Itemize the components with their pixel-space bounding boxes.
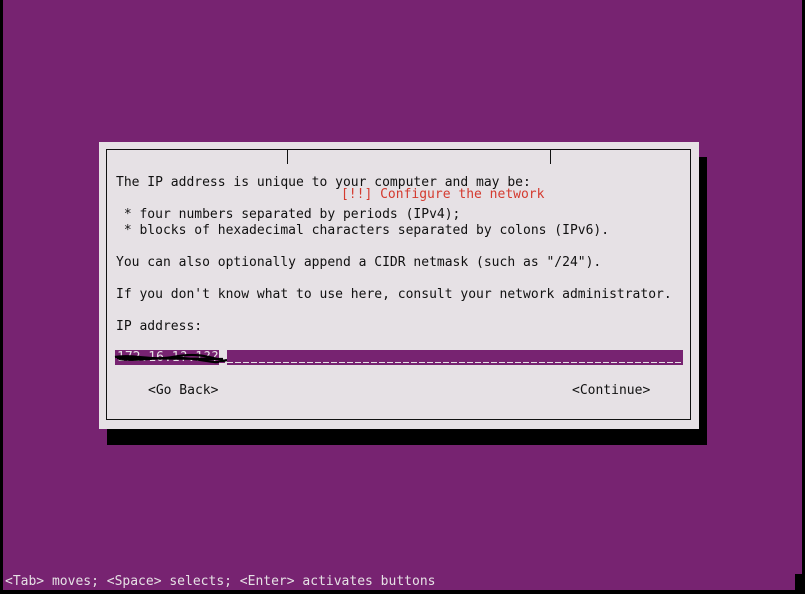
continue-button[interactable]: <Continue> (572, 383, 650, 399)
screen-bottom-edge (0, 590, 805, 594)
help-text: If you don't know what to use here, cons… (116, 287, 672, 302)
status-bar-hint: <Tab> moves; <Space> selects; <Enter> ac… (5, 574, 436, 589)
title-border-tick-left (287, 150, 288, 164)
dialog-title-wrapper: [!!] Configure the network (287, 150, 552, 202)
title-border-tick-right (550, 150, 552, 164)
input-underline (227, 362, 683, 363)
screen-edge-left (0, 0, 3, 594)
input-cursor-gap (219, 362, 227, 363)
bullet-ipv4: * four numbers separated by periods (IPv… (116, 207, 461, 222)
configure-network-dialog: [!!] Configure the network The IP addres… (99, 142, 699, 429)
intro-text: The IP address is unique to your compute… (116, 175, 531, 190)
bullet-ipv6: * blocks of hexadecimal characters separ… (116, 223, 610, 238)
ip-address-label: IP address: (116, 319, 203, 334)
go-back-button[interactable]: <Go Back> (148, 383, 218, 399)
cidr-text: You can also optionally append a CIDR ne… (116, 255, 602, 270)
redaction-scribble (114, 353, 228, 364)
ip-address-input[interactable]: 172.16.1?.1?? (114, 350, 683, 365)
